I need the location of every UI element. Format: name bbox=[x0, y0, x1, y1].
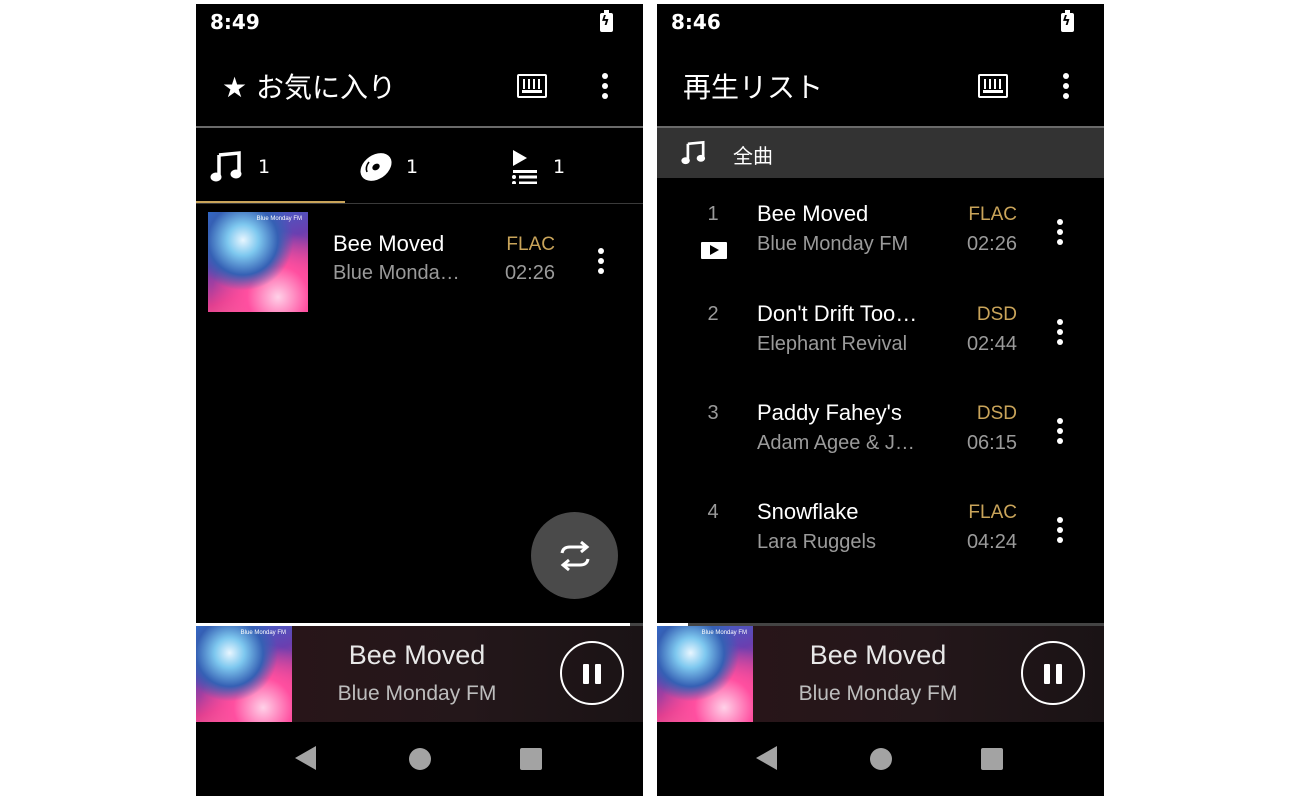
tab-albums-count: 1 bbox=[406, 156, 419, 178]
now-playing-artist: Blue Monday FM bbox=[798, 682, 958, 705]
shuffle-repeat-button[interactable] bbox=[531, 512, 618, 599]
format-badge: DSD bbox=[976, 304, 1017, 325]
album-art: Blue Monday FM bbox=[196, 626, 292, 722]
system-nav-bar bbox=[657, 722, 1104, 796]
track-row[interactable]: 3 Paddy Fahey's Adam Agee & J… DSD 06:15 bbox=[657, 386, 1104, 485]
overflow-menu-icon[interactable] bbox=[1054, 71, 1078, 101]
overflow-menu-icon[interactable] bbox=[593, 71, 617, 101]
section-header: 全曲 bbox=[657, 128, 1104, 178]
music-note-icon bbox=[681, 140, 706, 165]
song-title: Snowflake bbox=[757, 499, 859, 524]
tab-playlists[interactable]: 1 bbox=[494, 128, 643, 204]
music-note-icon bbox=[210, 151, 242, 182]
battery-charging-icon bbox=[1061, 10, 1074, 32]
repeat-icon bbox=[560, 540, 590, 572]
album-art-text: Blue Monday FM bbox=[701, 630, 747, 636]
song-title: Bee Moved bbox=[757, 201, 869, 226]
section-label: 全曲 bbox=[733, 144, 773, 168]
song-artist: Adam Agee & J… bbox=[757, 432, 915, 454]
item-menu-icon[interactable] bbox=[589, 246, 613, 276]
tab-songs-count: 1 bbox=[258, 156, 271, 178]
now-playing-icon bbox=[701, 242, 727, 259]
app-bar: 再生リスト bbox=[657, 44, 1104, 126]
list-item[interactable]: Blue Monday FM Bee Moved Blue Monda… FLA… bbox=[196, 204, 643, 314]
song-title: Paddy Fahey's bbox=[757, 400, 902, 425]
song-duration: 02:26 bbox=[966, 233, 1017, 255]
pause-button[interactable] bbox=[560, 641, 624, 705]
playlist-screen: 8:46 再生リスト 全曲 1 Bee Moved Blue Monday FM… bbox=[657, 4, 1104, 796]
item-menu-icon[interactable] bbox=[1048, 416, 1072, 446]
song-title: Don't Drift Too… bbox=[757, 301, 918, 326]
status-time: 8:46 bbox=[671, 10, 721, 34]
song-duration: 02:44 bbox=[966, 333, 1017, 355]
song-duration: 02:26 bbox=[504, 262, 555, 284]
format-badge: FLAC bbox=[968, 502, 1017, 523]
now-playing-bar[interactable]: Blue Monday FM Bee Moved Blue Monday FM bbox=[657, 626, 1104, 722]
playlist-icon bbox=[512, 150, 537, 184]
album-art: Blue Monday FM bbox=[208, 212, 308, 312]
track-number: 4 bbox=[707, 501, 719, 523]
recents-icon[interactable] bbox=[520, 748, 542, 770]
track-number: 2 bbox=[707, 303, 719, 325]
now-playing-bar[interactable]: Blue Monday FM Bee Moved Blue Monday FM bbox=[196, 626, 643, 722]
recents-icon[interactable] bbox=[981, 748, 1003, 770]
format-badge: FLAC bbox=[506, 234, 555, 255]
favorites-screen: 8:49 ★ お気に入り 1 1 bbox=[196, 4, 643, 796]
item-menu-icon[interactable] bbox=[1048, 515, 1072, 545]
back-icon[interactable] bbox=[295, 746, 316, 770]
battery-charging-icon bbox=[600, 10, 613, 32]
home-icon[interactable] bbox=[409, 748, 431, 770]
track-row[interactable]: 1 Bee Moved Blue Monday FM FLAC 02:26 bbox=[657, 187, 1104, 286]
song-duration: 06:15 bbox=[966, 432, 1017, 454]
album-art: Blue Monday FM bbox=[657, 626, 753, 722]
pause-button[interactable] bbox=[1021, 641, 1085, 705]
category-tabs: 1 1 1 bbox=[196, 128, 643, 204]
song-title: Bee Moved bbox=[333, 231, 445, 256]
item-menu-icon[interactable] bbox=[1048, 217, 1072, 247]
system-nav-bar bbox=[196, 722, 643, 796]
item-menu-icon[interactable] bbox=[1048, 317, 1072, 347]
format-badge: FLAC bbox=[968, 204, 1017, 225]
home-icon[interactable] bbox=[870, 748, 892, 770]
now-playing-title: Bee Moved bbox=[809, 640, 947, 670]
status-time: 8:49 bbox=[210, 10, 260, 34]
song-duration: 04:24 bbox=[966, 531, 1017, 553]
app-bar: ★ お気に入り bbox=[196, 44, 643, 126]
page-title: 再生リスト bbox=[683, 71, 824, 104]
track-row[interactable]: 4 Snowflake Lara Ruggels FLAC 04:24 bbox=[657, 485, 1104, 584]
song-artist: Blue Monda… bbox=[333, 262, 460, 284]
tab-albums[interactable]: 1 bbox=[345, 128, 494, 204]
now-playing-artist: Blue Monday FM bbox=[337, 682, 497, 705]
track-row[interactable]: 2 Don't Drift Too… Elephant Revival DSD … bbox=[657, 287, 1104, 386]
now-playing-title: Bee Moved bbox=[348, 640, 486, 670]
song-artist: Lara Ruggels bbox=[757, 531, 876, 553]
format-badge: DSD bbox=[976, 403, 1017, 424]
status-bar: 8:46 bbox=[657, 4, 1104, 42]
track-number: 1 bbox=[707, 203, 719, 225]
album-art-text: Blue Monday FM bbox=[256, 216, 302, 222]
tab-playlists-count: 1 bbox=[553, 156, 566, 178]
album-art-text: Blue Monday FM bbox=[240, 630, 286, 636]
tab-songs[interactable]: 1 bbox=[196, 128, 345, 204]
song-artist: Blue Monday FM bbox=[757, 233, 909, 255]
page-title: ★ お気に入り bbox=[222, 71, 397, 104]
song-artist: Elephant Revival bbox=[757, 333, 908, 355]
track-number: 3 bbox=[707, 402, 719, 424]
back-icon[interactable] bbox=[756, 746, 777, 770]
keyboard-icon[interactable] bbox=[978, 74, 1008, 98]
keyboard-icon[interactable] bbox=[517, 74, 547, 98]
status-bar: 8:49 bbox=[196, 4, 643, 42]
disc-icon bbox=[360, 153, 392, 181]
